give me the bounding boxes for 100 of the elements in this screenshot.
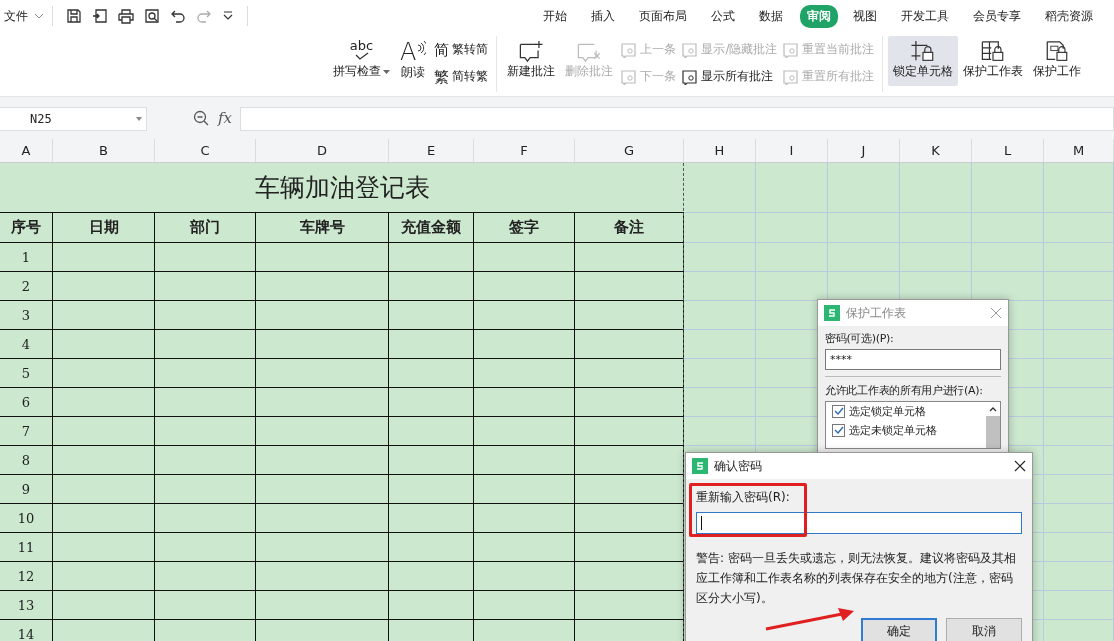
table-cell[interactable] [389,591,474,620]
function-label[interactable]: fx [218,109,232,127]
ribbon-tab[interactable]: 会员专享 [962,4,1032,28]
grid-cell[interactable] [684,301,756,330]
table-cell[interactable] [389,417,474,446]
password-field[interactable] [696,512,1022,534]
grid-cell[interactable] [1044,301,1114,330]
column-header[interactable]: A [0,139,53,162]
table-cell[interactable] [53,504,155,533]
grid-cell[interactable] [972,213,1044,243]
ribbon-button[interactable]: 新建批注 [502,36,561,86]
grid-cell[interactable] [684,388,756,417]
table-cell[interactable] [474,533,575,562]
table-cell[interactable] [53,388,155,417]
print-icon[interactable] [118,8,134,24]
table-cell[interactable] [389,243,474,272]
table-cell[interactable] [575,301,684,330]
column-header[interactable]: J [828,139,900,162]
grid-cell[interactable] [900,213,972,243]
grid-cell[interactable] [828,213,900,243]
name-box[interactable]: N25 [0,107,147,131]
grid-cell[interactable] [972,243,1044,272]
column-header[interactable]: G [575,139,684,162]
table-cell[interactable] [389,504,474,533]
grid-cell[interactable] [756,213,828,243]
table-cell[interactable] [474,243,575,272]
grid-cell[interactable] [828,163,900,213]
table-cell[interactable] [155,301,256,330]
table-cell[interactable] [155,591,256,620]
grid-cell[interactable] [828,243,900,272]
table-cell[interactable] [474,562,575,591]
table-cell[interactable] [389,446,474,475]
table-cell[interactable] [155,388,256,417]
table-cell[interactable] [575,243,684,272]
grid-cell[interactable] [1044,213,1114,243]
table-cell[interactable] [256,475,389,504]
table-cell[interactable] [575,388,684,417]
table-cell[interactable] [256,388,389,417]
table-cell[interactable] [389,272,474,301]
column-header[interactable]: F [474,139,575,162]
ribbon-tab[interactable]: 开始 [532,4,578,28]
grid-cell[interactable] [1044,243,1114,272]
checkbox[interactable] [832,405,845,418]
table-cell[interactable] [474,359,575,388]
table-cell[interactable] [155,533,256,562]
table-cell[interactable] [155,417,256,446]
ribbon-tab[interactable]: 开发工具 [890,4,960,28]
grid-cell[interactable] [684,163,756,213]
table-cell[interactable] [575,562,684,591]
column-header[interactable]: B [53,139,155,162]
table-cell[interactable] [256,243,389,272]
ribbon-button[interactable]: 保护工作表 [958,36,1029,86]
column-header[interactable]: M [1044,139,1114,162]
grid-cell[interactable] [1044,591,1114,620]
scroll-up-icon[interactable] [989,407,997,412]
table-cell[interactable] [53,446,155,475]
ribbon-tab[interactable]: 公式 [700,4,746,28]
grid-cell[interactable] [756,243,828,272]
table-cell[interactable] [474,301,575,330]
file-menu[interactable]: 文件 [4,7,44,25]
grid-cell[interactable] [1044,388,1114,417]
table-cell[interactable] [575,330,684,359]
column-header[interactable]: C [155,139,256,162]
grid-cell[interactable] [1044,533,1114,562]
table-cell[interactable] [389,388,474,417]
table-cell[interactable] [389,301,474,330]
table-cell[interactable] [389,475,474,504]
table-cell[interactable] [53,243,155,272]
save-icon[interactable] [66,8,82,24]
table-cell[interactable] [256,272,389,301]
column-header[interactable]: H [684,139,756,162]
grid-cell[interactable] [1044,359,1114,388]
grid-cell[interactable] [684,243,756,272]
table-cell[interactable] [53,301,155,330]
table-cell[interactable] [474,504,575,533]
column-header[interactable]: L [972,139,1044,162]
table-cell[interactable] [256,504,389,533]
table-cell[interactable] [256,591,389,620]
table-cell[interactable] [575,475,684,504]
table-cell[interactable] [389,562,474,591]
grid-cell[interactable] [1044,330,1114,359]
table-cell[interactable] [53,417,155,446]
table-cell[interactable] [256,301,389,330]
table-cell[interactable] [53,359,155,388]
grid-cell[interactable] [1044,272,1114,301]
column-header[interactable]: E [389,139,474,162]
table-cell[interactable] [389,330,474,359]
column-header[interactable]: D [256,139,389,162]
ribbon-button[interactable]: abc 拼写检查 [328,36,395,86]
table-cell[interactable] [53,475,155,504]
password-field[interactable]: **** [825,349,1001,370]
table-cell[interactable] [256,562,389,591]
export-icon[interactable] [92,8,108,24]
grid-cell[interactable] [972,163,1044,213]
table-cell[interactable] [575,417,684,446]
grid-cell[interactable] [684,272,756,301]
grid-cell[interactable] [684,359,756,388]
table-cell[interactable] [155,359,256,388]
column-header[interactable]: I [756,139,828,162]
table-cell[interactable] [474,330,575,359]
